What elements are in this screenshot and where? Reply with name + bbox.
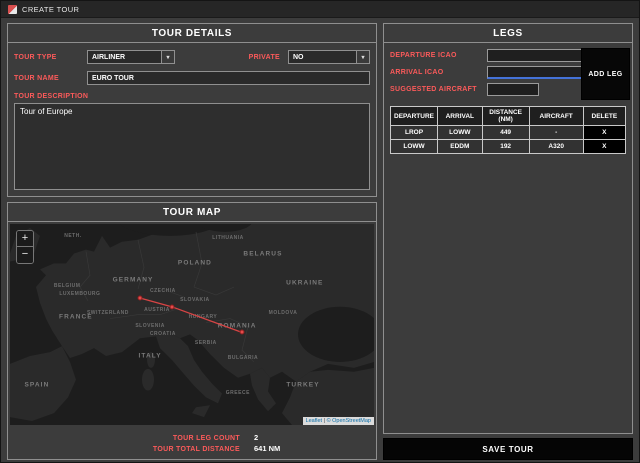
suggested-aircraft-label: SUGGESTED AIRCRAFT (390, 86, 487, 93)
titlebar: CREATE TOUR (1, 1, 639, 18)
tour-map-header: TOUR MAP (8, 203, 376, 222)
legs-table: DEPARTUREARRIVALDISTANCE (NM)AIRCRAFTDEL… (390, 106, 626, 154)
legs-form: DEPARTURE ICAO ARRIVAL ICAO SUGGESTED AI… (384, 43, 632, 102)
tour-map-panel: TOUR MAP (7, 202, 377, 460)
table-row: LOWWEDDM192A320X (391, 140, 626, 154)
route-marker-lrop[interactable] (239, 330, 244, 335)
tour-name-label: TOUR NAME (14, 75, 87, 82)
table-header-cell: AIRCRAFT (529, 107, 583, 126)
leg-count-label: TOUR LEG COUNT (8, 435, 240, 442)
delete-leg-button[interactable]: X (584, 126, 625, 139)
cell-departure: LOWW (391, 140, 438, 154)
tour-description-label: TOUR DESCRIPTION (14, 93, 370, 100)
left-column: TOUR DETAILS TOUR TYPE AIRLINER ▾ PRIVAT… (7, 23, 377, 460)
departure-icao-input[interactable] (487, 49, 583, 62)
chevron-down-icon: ▾ (161, 51, 174, 63)
cell-distance: 192 (482, 140, 529, 154)
route-marker-eddm[interactable] (137, 295, 142, 300)
route-layer (10, 224, 374, 425)
cell-delete: X (583, 126, 625, 140)
cell-arrival: EDDM (438, 140, 483, 154)
map-canvas[interactable]: NETH.LITHUANIABELARUSPOLANDGERMANYBELGIU… (10, 224, 374, 425)
tour-stats: TOUR LEG COUNT 2 TOUR TOTAL DISTANCE 641… (8, 427, 376, 459)
legs-header: LEGS (384, 24, 632, 43)
total-distance-value: 641 NM (240, 444, 280, 453)
tour-details-panel: TOUR DETAILS TOUR TYPE AIRLINER ▾ PRIVAT… (7, 23, 377, 197)
create-tour-window: CREATE TOUR TOUR DETAILS TOUR TYPE AIRLI… (0, 0, 640, 463)
departure-icao-label: DEPARTURE ICAO (390, 52, 487, 59)
private-select[interactable]: NO ▾ (288, 50, 370, 64)
tour-type-value: AIRLINER (88, 54, 161, 61)
total-distance-line: TOUR TOTAL DISTANCE 641 NM (8, 444, 376, 453)
tour-details-header: TOUR DETAILS (8, 24, 376, 43)
tour-type-row: TOUR TYPE AIRLINER ▾ PRIVATE NO ▾ (14, 50, 370, 64)
tour-type-select[interactable]: AIRLINER ▾ (87, 50, 175, 64)
tour-name-row: TOUR NAME (14, 71, 370, 85)
delete-leg-button[interactable]: X (584, 140, 625, 153)
table-header-cell: DEPARTURE (391, 107, 438, 126)
chevron-down-icon: ▾ (356, 51, 369, 63)
cell-distance: 449 (482, 126, 529, 140)
route-marker-loww[interactable] (169, 304, 174, 309)
window-title: CREATE TOUR (22, 5, 79, 14)
map-attribution: Leaflet | © OpenStreetMap (303, 417, 374, 425)
legs-panel: LEGS DEPARTURE ICAO ARRIVAL ICAO SUGGEST… (383, 23, 633, 434)
app-icon (8, 5, 17, 14)
zoom-out-button[interactable]: − (17, 247, 33, 263)
cell-departure: LROP (391, 126, 438, 140)
route-line (140, 298, 242, 332)
private-label: PRIVATE (249, 54, 280, 61)
right-column: LEGS DEPARTURE ICAO ARRIVAL ICAO SUGGEST… (383, 23, 633, 460)
cell-delete: X (583, 140, 625, 154)
zoom-in-button[interactable]: + (17, 231, 33, 247)
add-leg-button[interactable]: ADD LEG (581, 48, 630, 100)
legs-table-body: LROPLOWW449-XLOWWEDDM192A320X (391, 126, 626, 154)
leaflet-link[interactable]: Leaflet (306, 418, 323, 424)
table-header-cell: DELETE (583, 107, 625, 126)
save-tour-button[interactable]: SAVE TOUR (383, 438, 633, 460)
table-header-cell: DISTANCE (NM) (482, 107, 529, 126)
table-header-cell: ARRIVAL (438, 107, 483, 126)
cell-arrival: LOWW (438, 126, 483, 140)
tour-name-input[interactable] (87, 71, 370, 85)
cell-aircraft: A320 (529, 140, 583, 154)
tour-type-label: TOUR TYPE (14, 54, 87, 61)
suggested-aircraft-input[interactable] (487, 83, 539, 96)
map-zoom-control: + − (16, 230, 34, 264)
tour-description-input[interactable]: Tour of Europe (14, 103, 370, 190)
total-distance-label: TOUR TOTAL DISTANCE (8, 446, 240, 453)
leg-count-value: 2 (240, 433, 258, 442)
leg-count-line: TOUR LEG COUNT 2 (8, 433, 376, 442)
arrival-icao-label: ARRIVAL ICAO (390, 69, 487, 76)
window-content: TOUR DETAILS TOUR TYPE AIRLINER ▾ PRIVAT… (1, 18, 639, 462)
arrival-icao-input[interactable] (487, 66, 583, 79)
osm-link[interactable]: © OpenStreetMap (327, 418, 371, 424)
private-value: NO (289, 54, 356, 61)
legs-table-header-row: DEPARTUREARRIVALDISTANCE (NM)AIRCRAFTDEL… (391, 107, 626, 126)
cell-aircraft: - (529, 126, 583, 140)
table-row: LROPLOWW449-X (391, 126, 626, 140)
